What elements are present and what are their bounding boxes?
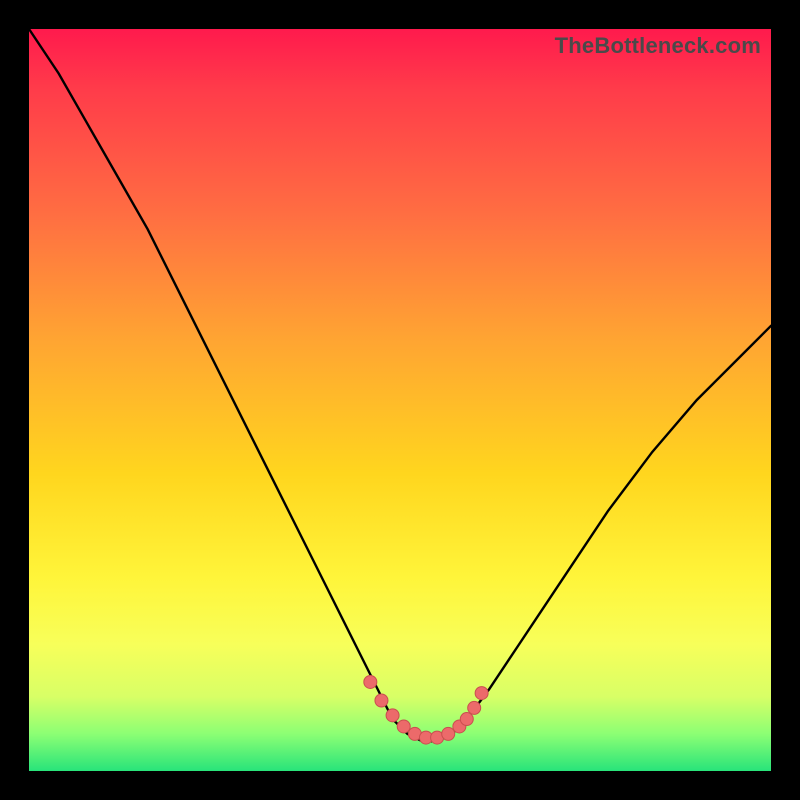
curve-marker (375, 694, 388, 707)
curve-marker (386, 709, 399, 722)
curve-layer (29, 29, 771, 771)
bottleneck-curve (29, 29, 771, 741)
curve-marker (442, 727, 455, 740)
chart-frame: TheBottleneck.com (0, 0, 800, 800)
curve-marker (468, 701, 481, 714)
gradient-plot-area: TheBottleneck.com (29, 29, 771, 771)
curve-marker (397, 720, 410, 733)
curve-marker (460, 713, 473, 726)
marker-group (364, 675, 488, 744)
curve-marker (364, 675, 377, 688)
curve-marker (475, 687, 488, 700)
